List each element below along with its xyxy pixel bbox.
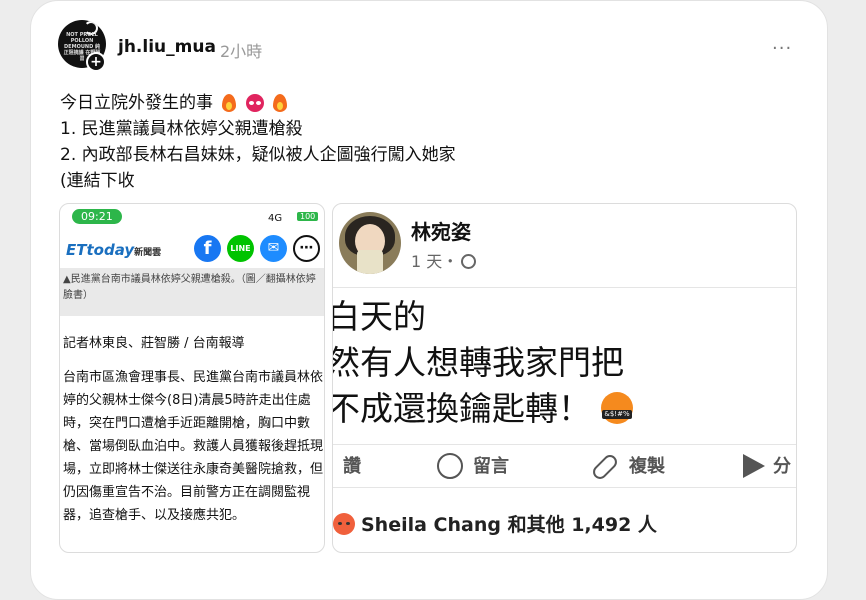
- line-icon: LINE: [227, 235, 254, 262]
- fb-share-action: 分: [743, 452, 791, 478]
- ettoday-logo: ETtoday新聞雲: [66, 241, 162, 259]
- fb-post-body: 白天的 然有人想轉我家門把 不成還換鑰匙轉！: [332, 294, 633, 432]
- fire-emoji-icon: [222, 94, 237, 112]
- fb-comment-action: 留言: [437, 452, 509, 479]
- news-screenshot-image[interactable]: 09:21 4G 100 ETtoday新聞雲 f LINE ✉ ⋯ ▲民進黨台…: [59, 203, 325, 553]
- photo-caption: ▲民進黨台南市議員林依婷父親遭槍殺。（圖／翻攝林依婷臉書）: [60, 268, 324, 316]
- angry-emoji-icon: [245, 94, 264, 112]
- fire-emoji-icon: [273, 94, 288, 112]
- fb-author-name: 林宛姿: [411, 220, 471, 244]
- post-line-3: 2. 內政部長林右昌妹妹，疑似被人企圖強行闖入她家: [60, 145, 456, 165]
- post-text: 今日立院外發生的事 1. 民進黨議員林依婷父親遭槍殺 2. 內政部長林右昌妹妹，…: [60, 90, 456, 194]
- fb-post-time: 1 天・: [411, 248, 477, 272]
- fb-like-action: 讚: [343, 456, 361, 477]
- fb-line-3: 不成還換鑰匙轉！: [332, 389, 591, 428]
- fb-line-2: 然有人想轉我家門把: [332, 343, 624, 382]
- author-username[interactable]: jh.liu_mua: [118, 37, 216, 57]
- follow-button[interactable]: +: [86, 52, 106, 72]
- share-arrow-icon: [743, 454, 765, 478]
- fb-line-1: 白天的: [332, 297, 426, 336]
- post-line-4: (連結下收: [60, 171, 135, 191]
- link-icon: [590, 452, 620, 482]
- reporter-line: 記者林東良、莊智勝 / 台南報導: [63, 336, 245, 351]
- comment-icon: [437, 453, 463, 479]
- battery-icon: 100: [297, 212, 319, 221]
- messenger-icon: ✉: [260, 235, 287, 262]
- fb-copy-action: 複製: [590, 452, 665, 482]
- angry-reaction-icon: [333, 513, 355, 535]
- post-line-2: 1. 民進黨議員林依婷父親遭槍殺: [60, 119, 303, 139]
- fb-avatar: [339, 212, 401, 274]
- plus-icon: +: [88, 54, 104, 70]
- status-clock: 09:21: [72, 209, 122, 224]
- phone-status-bar: 09:21 4G 100: [60, 204, 324, 232]
- fb-post-header: 林宛姿 1 天・: [333, 204, 796, 288]
- facebook-icon: f: [194, 235, 221, 262]
- fb-reactions: Sheila Chang 和其他 1,492 人: [333, 510, 657, 537]
- signal-icon: 4G: [268, 213, 283, 224]
- post-line-1: 今日立院外發生的事: [60, 93, 213, 113]
- globe-icon: [461, 254, 477, 269]
- more-options-icon[interactable]: ···: [772, 38, 792, 59]
- news-header: ETtoday新聞雲 f LINE ✉ ⋯: [60, 232, 324, 268]
- facebook-screenshot-image[interactable]: 林宛姿 1 天・ 白天的 然有人想轉我家門把 不成還換鑰匙轉！ 讚 留言 複製 …: [332, 203, 797, 553]
- article-body: 台南市區漁會理事長、民進黨台南市議員林依婷的父親林士傑今(8日)清晨5時許走出住…: [63, 370, 324, 523]
- fb-action-bar: 讚 留言 複製 分: [333, 444, 796, 488]
- post-time: 2小時: [220, 42, 263, 61]
- cursing-face-emoji-icon: [601, 392, 633, 424]
- more-share-icon: ⋯: [293, 235, 320, 262]
